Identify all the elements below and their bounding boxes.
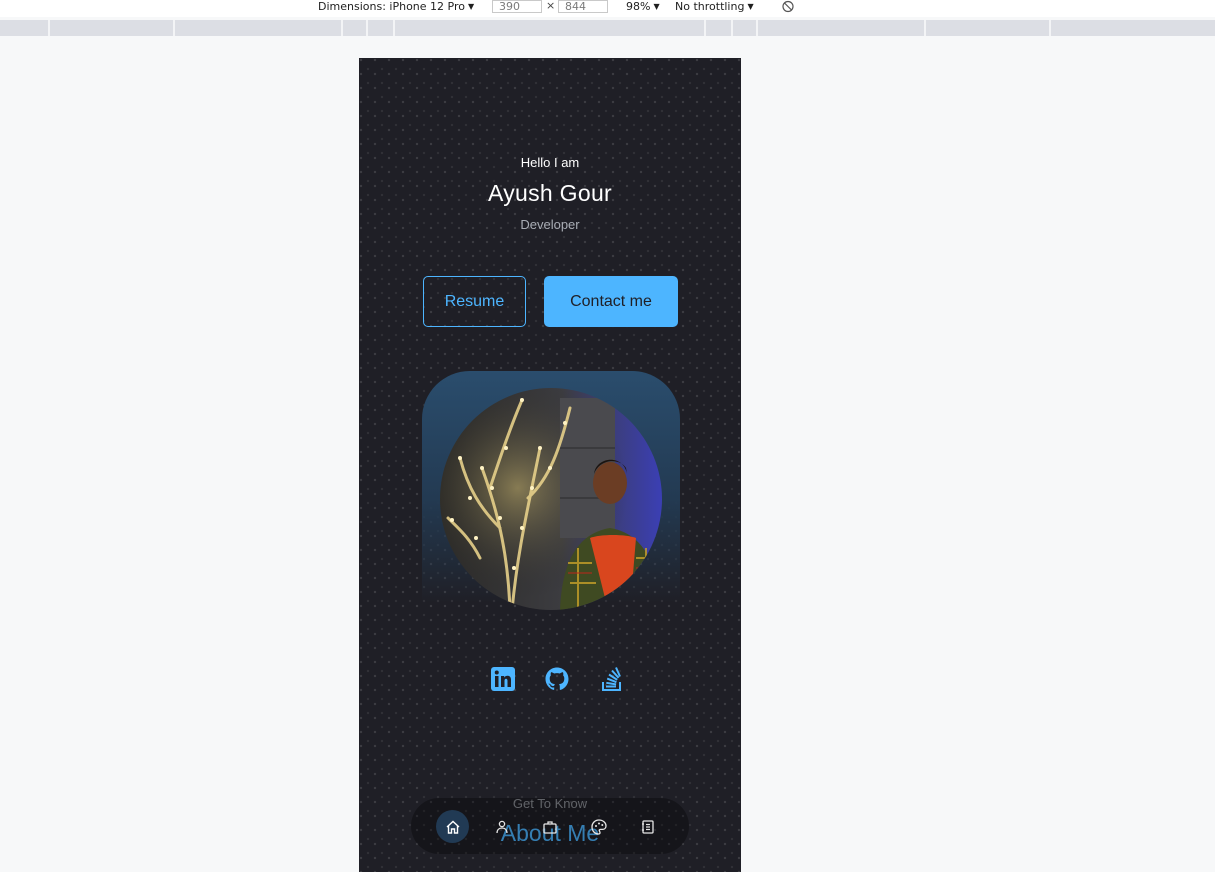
dimension-separator: × [546, 0, 556, 12]
briefcase-icon [542, 820, 557, 834]
media-query-segment[interactable] [1049, 20, 1051, 36]
hero-name: Ayush Gour [487, 180, 613, 206]
height-input[interactable]: 844 [558, 0, 608, 13]
caret-down-icon: ▼ [653, 1, 660, 11]
media-query-segment[interactable] [393, 20, 395, 36]
nav-contact[interactable] [631, 810, 664, 843]
nav-about[interactable] [485, 810, 518, 843]
throttling-dropdown[interactable]: No throttling ▼ [675, 0, 754, 13]
media-query-segment[interactable] [173, 20, 175, 36]
media-query-segment[interactable] [731, 20, 733, 36]
media-query-segment[interactable] [756, 20, 758, 36]
rotate-icon[interactable] [781, 0, 795, 13]
zoom-dropdown[interactable]: 98% ▼ [626, 0, 660, 13]
contact-me-button[interactable]: Contact me [544, 276, 678, 327]
social-links [359, 666, 741, 694]
width-input[interactable]: 390 [492, 0, 542, 13]
phone-viewport: Hello I am Ayush Gour Developer Resume C… [359, 58, 741, 872]
nav-portfolio[interactable] [582, 810, 615, 843]
media-query-bar [0, 20, 1215, 36]
caret-down-icon: ▼ [747, 1, 754, 11]
media-query-segment[interactable] [366, 20, 368, 36]
hero-greeting: Hello I am [520, 155, 580, 170]
media-query-segment[interactable] [341, 20, 343, 36]
nav-home[interactable] [436, 810, 469, 843]
stackoverflow-icon[interactable] [599, 666, 625, 692]
caret-down-icon: ▼ [467, 1, 475, 11]
dimensions-dropdown[interactable]: Dimensions: iPhone 12 Pro ▼ [318, 0, 474, 13]
github-icon[interactable] [544, 666, 570, 692]
contact-book-icon [641, 819, 654, 834]
linkedin-icon[interactable] [490, 666, 516, 692]
home-icon [446, 820, 459, 834]
devtools-device-toolbar: Dimensions: iPhone 12 Pro ▼ 390 × 844 98… [0, 0, 1215, 17]
resume-button[interactable]: Resume [423, 276, 526, 327]
zoom-label: 98% [626, 0, 651, 13]
profile-photo [440, 388, 662, 610]
dimensions-label: Dimensions: iPhone 12 Pro [318, 0, 465, 13]
hero-role: Developer [520, 217, 580, 232]
nav-experience[interactable] [533, 810, 566, 843]
user-icon [495, 820, 508, 833]
palette-icon [590, 818, 607, 835]
throttling-label: No throttling [675, 0, 745, 13]
bottom-nav [411, 798, 689, 854]
media-query-segment[interactable] [48, 20, 50, 36]
media-query-segment[interactable] [924, 20, 926, 36]
media-query-segment[interactable] [704, 20, 706, 36]
